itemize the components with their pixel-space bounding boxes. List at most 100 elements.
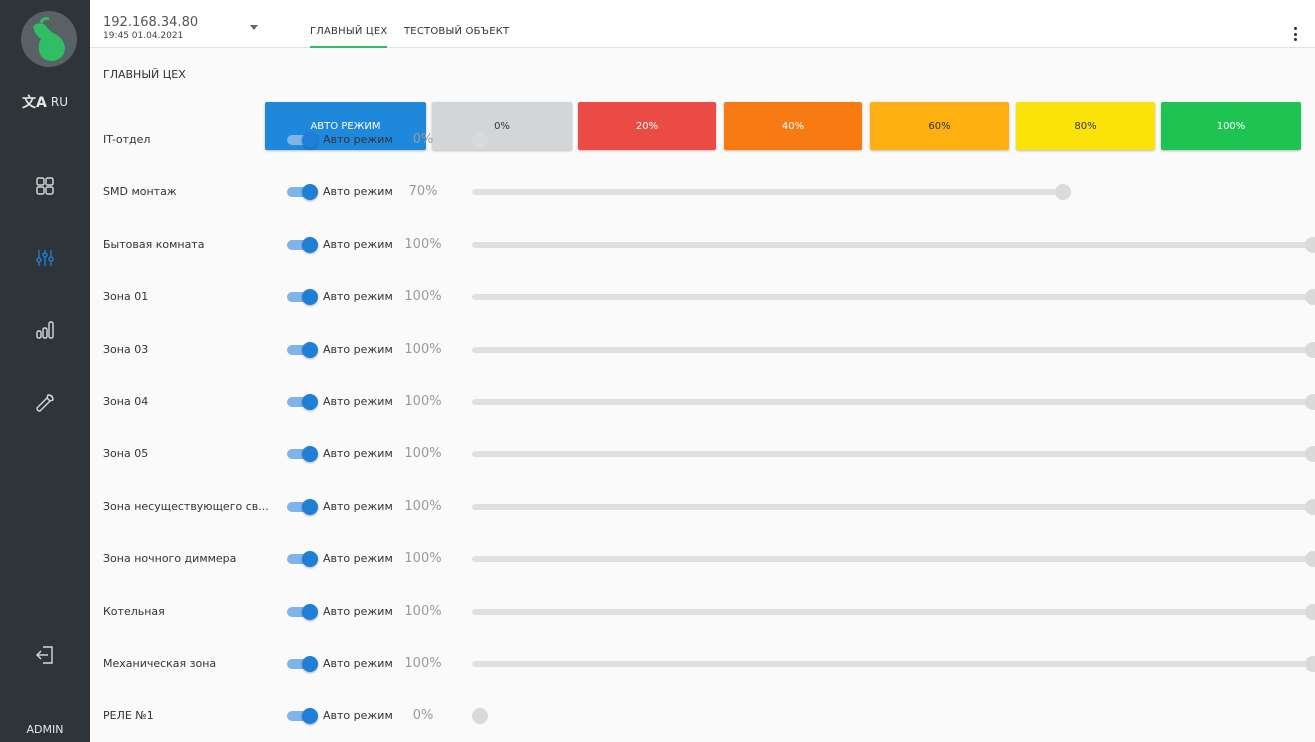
level-slider[interactable] [472, 499, 1315, 515]
slider-thumb[interactable] [1305, 342, 1315, 358]
level-slider[interactable] [472, 446, 1315, 462]
level-value: 100% [404, 289, 442, 304]
slider-track [472, 399, 1313, 405]
nav-logout[interactable] [0, 635, 90, 675]
preset-label: 80% [1074, 120, 1097, 132]
auto-mode-toggle[interactable] [287, 446, 319, 462]
preset-label: 100% [1216, 120, 1246, 132]
level-slider[interactable] [472, 342, 1315, 358]
toggle-knob [302, 708, 318, 724]
auto-mode-toggle[interactable] [287, 342, 319, 358]
toggle-knob [302, 237, 318, 253]
nav-control[interactable] [0, 238, 90, 278]
sliders-icon [36, 250, 54, 266]
auto-mode-toggle[interactable] [287, 708, 319, 724]
slider-thumb[interactable] [1305, 446, 1315, 462]
level-slider[interactable] [472, 132, 1315, 148]
user-label: ADMIN [26, 723, 64, 736]
auto-mode-label: Авто режим [323, 395, 393, 408]
auto-mode-label: Авто режим [323, 133, 393, 146]
level-value: 0% [412, 708, 434, 723]
slider-thumb[interactable] [1305, 604, 1315, 620]
zone-name: IT-отдел [103, 133, 151, 146]
auto-mode-toggle[interactable] [287, 499, 319, 515]
language-switch[interactable]: 文A RU [0, 92, 90, 112]
level-slider[interactable] [472, 184, 1315, 200]
toggle-knob [302, 289, 318, 305]
slider-thumb[interactable] [1305, 551, 1315, 567]
auto-mode-label: Авто режим [323, 552, 393, 565]
nav-settings[interactable] [0, 383, 90, 423]
level-slider[interactable] [472, 394, 1315, 410]
level-value: 70% [408, 184, 438, 199]
slider-track [472, 189, 1063, 195]
auto-mode-toggle[interactable] [287, 289, 319, 305]
level-slider[interactable] [472, 656, 1315, 672]
level-slider[interactable] [472, 604, 1315, 620]
auto-mode-label: Авто режим [323, 709, 393, 722]
tab-test-object[interactable]: ТЕСТОВЫЙ ОБЪЕКТ [404, 24, 509, 48]
level-slider[interactable] [472, 289, 1315, 305]
logo [21, 11, 77, 67]
auto-mode-toggle[interactable] [287, 551, 319, 567]
slider-thumb[interactable] [1305, 394, 1315, 410]
nav-dashboard[interactable] [0, 166, 90, 206]
zone-name: SMD монтаж [103, 185, 177, 198]
slider-thumb[interactable] [1055, 184, 1071, 200]
auto-mode-toggle[interactable] [287, 237, 319, 253]
zone-name: Зона 05 [103, 447, 149, 460]
device-time: 19:45 01.04.2021 [103, 31, 184, 41]
logo-icon [33, 17, 65, 61]
slider-track [472, 242, 1313, 248]
preset-label: 20% [635, 120, 659, 132]
slider-thumb[interactable] [1305, 289, 1315, 305]
level-value: 100% [404, 237, 442, 252]
auto-mode-toggle[interactable] [287, 132, 319, 148]
auto-mode-toggle[interactable] [287, 394, 319, 410]
language-label: RU [50, 95, 68, 109]
device-selector[interactable]: 192.168.34.80 19:45 01.04.2021 [103, 16, 198, 42]
tab-label: ТЕСТОВЫЙ ОБЪЕКТ [404, 26, 510, 37]
auto-mode-toggle[interactable] [287, 656, 319, 672]
more-vertical-icon[interactable] [1289, 27, 1301, 41]
level-slider[interactable] [472, 551, 1315, 567]
zone-name: Зона ночного диммера [103, 552, 237, 565]
chevron-down-icon[interactable] [250, 25, 258, 30]
slider-thumb[interactable] [472, 708, 488, 724]
auto-mode-label: Авто режим [323, 343, 393, 356]
auto-mode-label: Авто режим [323, 605, 393, 618]
level-slider[interactable] [472, 237, 1315, 253]
auto-mode-label: Авто режим [323, 657, 393, 670]
toggle-knob [302, 604, 318, 620]
preset-label: АВТО РЕЖИМ [310, 120, 381, 132]
level-value: 100% [404, 342, 442, 357]
slider-thumb[interactable] [472, 132, 488, 148]
slider-track [472, 294, 1313, 300]
level-value: 0% [412, 132, 434, 147]
toggle-knob [302, 446, 318, 462]
device-ip: 192.168.34.80 [103, 15, 199, 30]
slider-thumb[interactable] [1305, 499, 1315, 515]
nav-stats[interactable] [0, 310, 90, 350]
top-bar: 192.168.34.80 19:45 01.04.2021 ГЛАВНЫЙ Ц… [90, 0, 1315, 48]
preset-label: 60% [928, 120, 951, 132]
wrench-icon [36, 394, 54, 412]
auto-mode-label: Авто режим [323, 238, 393, 251]
slider-track [472, 556, 1313, 562]
zone-name: РЕЛЕ №1 [103, 709, 154, 722]
preset-label: 0% [494, 120, 510, 132]
zone-name: Механическая зона [103, 657, 217, 670]
zone-name: Зона 03 [103, 343, 149, 356]
auto-mode-toggle[interactable] [287, 604, 319, 620]
level-slider[interactable] [472, 708, 1315, 724]
slider-thumb[interactable] [1305, 656, 1315, 672]
tab-main-workshop[interactable]: ГЛАВНЫЙ ЦЕХ [310, 24, 388, 48]
slider-track [472, 661, 1313, 667]
zone-name: Зона 04 [103, 395, 149, 408]
auto-mode-label: Авто режим [323, 290, 393, 303]
auto-mode-toggle[interactable] [287, 184, 319, 200]
zone-name: Котельная [103, 605, 165, 618]
level-value: 100% [404, 394, 442, 409]
slider-track [472, 451, 1313, 457]
slider-thumb[interactable] [1305, 237, 1315, 253]
